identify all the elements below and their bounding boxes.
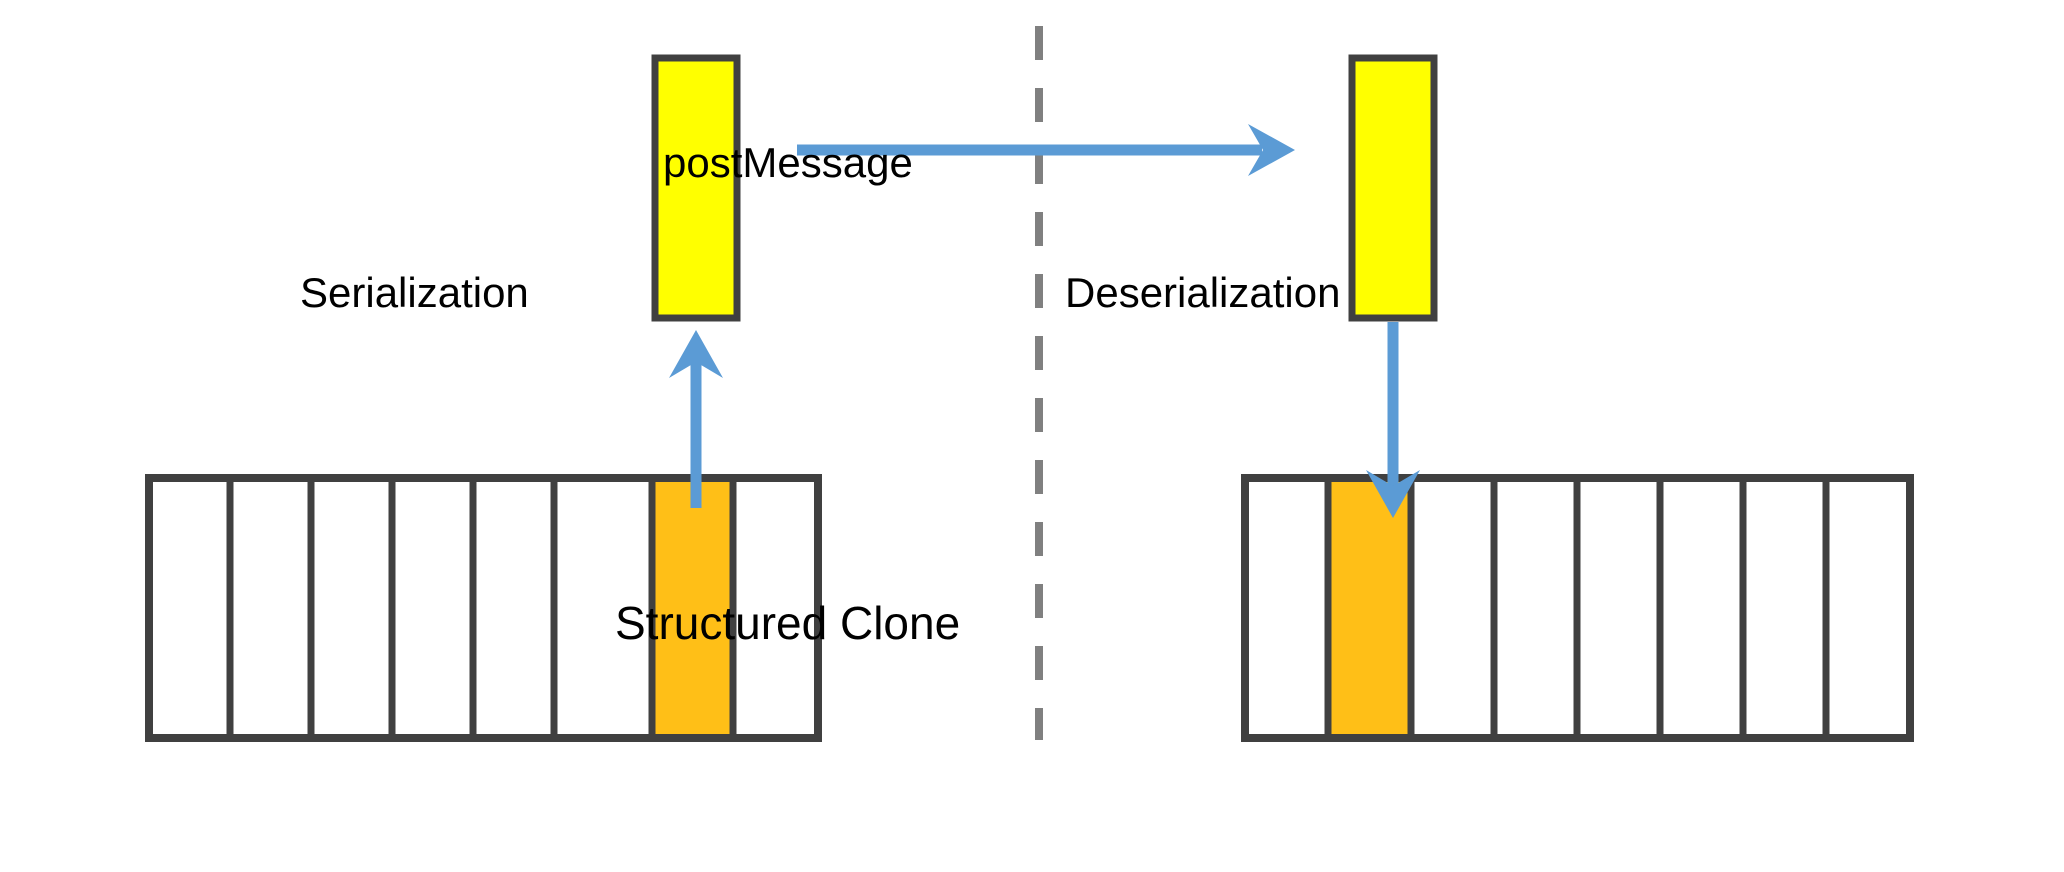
deserialization-label: Deserialization	[1065, 269, 1341, 316]
source-cell-1	[226, 474, 315, 742]
target-cell-4	[1573, 474, 1664, 742]
diagram-title: Structured Clone	[615, 597, 961, 649]
target-cell-7	[1822, 474, 1914, 742]
target-memory-array	[1241, 474, 1914, 742]
diagram-vector-layer	[145, 26, 1914, 742]
source-serialized-buffer	[651, 54, 741, 322]
diagram-canvas: postMessage Serialization Deserializatio…	[0, 0, 2064, 872]
post-message-label: postMessage	[663, 139, 913, 186]
target-cell-6	[1739, 474, 1830, 742]
serialization-label: Serialization	[300, 269, 529, 316]
source-cell-4	[469, 474, 558, 742]
source-cell-3	[388, 474, 477, 742]
target-cell-2	[1407, 474, 1498, 742]
target-cell-0	[1241, 474, 1332, 742]
source-cell-0	[145, 474, 234, 742]
target-cell-5	[1656, 474, 1747, 742]
target-serialized-buffer	[1348, 54, 1438, 322]
source-cell-2	[307, 474, 396, 742]
target-cell-3	[1490, 474, 1581, 742]
target-cell-1-highlight	[1328, 478, 1411, 738]
